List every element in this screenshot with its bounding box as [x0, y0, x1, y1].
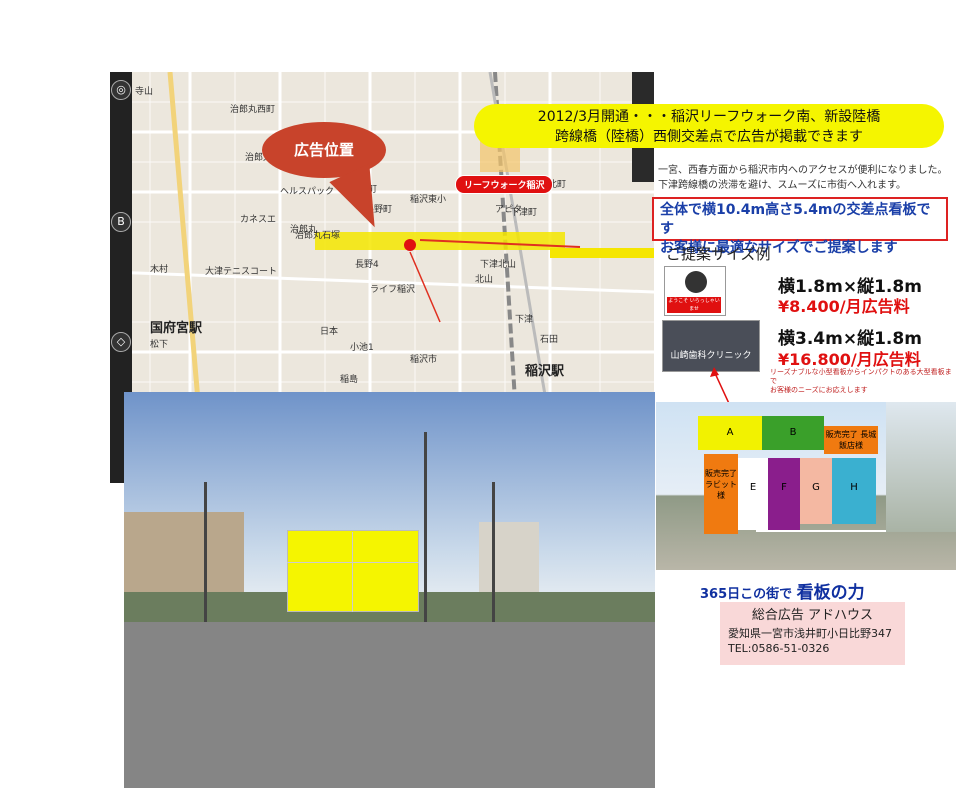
- headline-line: 2012/3月開通・・・稲沢リーフウォーク南、新設陸橋: [537, 109, 881, 125]
- trees: [886, 402, 956, 532]
- billboard-divider: [352, 532, 417, 612]
- leafwalk-badge: リーフウォーク稲沢: [455, 175, 554, 194]
- company-box: 総合広告 アドハウス 愛知県一宮市浅井町小日比野347 TEL:0586-51-…: [720, 602, 905, 665]
- panel-sold-d: 販売完了 ラビット様: [704, 454, 738, 534]
- small-sign-thumbnail: ようこそ いらっしゃいませ: [664, 266, 726, 316]
- map-label: 大津テニスコート: [205, 267, 278, 277]
- map-label: 下津北山: [480, 260, 517, 270]
- intro-text: 一宮、西春方面から稲沢市内へのアクセスが便利になりました。 下津跨線橋の渋滞を避…: [658, 163, 948, 193]
- headline-banner: 2012/3月開通・・・稲沢リーフウォーク南、新設陸橋 跨線橋（陸橋）西側交差点…: [474, 104, 944, 148]
- map-label: 稲沢市: [410, 355, 438, 365]
- company-tel: TEL:0586-51-0326: [728, 642, 830, 655]
- map-label: 長野4: [355, 260, 379, 270]
- tagline-prefix: 365日この街で: [700, 587, 793, 602]
- pole: [492, 482, 495, 622]
- station-label: 国府宮駅: [150, 321, 203, 336]
- size-examples-title: ご提案サイズ例: [666, 245, 771, 263]
- map-label: 松下: [150, 340, 169, 350]
- road: [124, 622, 655, 788]
- station-label: 稲沢駅: [525, 364, 565, 379]
- map-label: 小池1: [350, 343, 374, 353]
- map-label: ヘルスパック: [280, 187, 335, 197]
- size-price: ¥16.800/月広告料: [778, 350, 921, 369]
- panel-g: G: [800, 458, 832, 524]
- panel-b: B: [762, 416, 824, 450]
- map-label: カネスエ: [240, 215, 277, 225]
- map-label: 下津: [515, 315, 534, 325]
- map-label: 治郎丸西町: [230, 105, 276, 115]
- billboard-layout-photo: A B 販売完了 長城飯店様 販売完了 ラビット様 E F G H: [656, 402, 956, 570]
- map-label: 稲沢東小: [410, 195, 447, 205]
- thumb-caption: ようこそ いらっしゃいませ: [667, 297, 721, 313]
- billboard-divider: [287, 562, 419, 563]
- size-price: ¥8.400/月広告料: [778, 297, 910, 316]
- note-line: リーズナブルな小型看板からインパクトのある大型看板まで: [770, 368, 952, 385]
- pan-icon[interactable]: ◇: [111, 332, 131, 352]
- panel-f: F: [768, 458, 800, 530]
- pole: [424, 432, 427, 622]
- company-address: 愛知県一宮市浅井町小日比野347: [728, 627, 892, 640]
- intro-line: 一宮、西春方面から稲沢市内へのアクセスが便利になりました。: [658, 165, 948, 176]
- size-note: リーズナブルな小型看板からインパクトのある大型看板まで お客様のニーズにお応えし…: [770, 368, 955, 395]
- headline-line: 跨線橋（陸橋）西側交差点で広告が掲載できます: [555, 129, 863, 145]
- mascot-icon: [685, 271, 707, 293]
- panel-sold-c: 販売完了 長城飯店様: [824, 426, 878, 454]
- zoom-icon[interactable]: B: [111, 212, 131, 232]
- tagline-main: 看板の力: [796, 583, 865, 603]
- company-name: 総合広告 アドハウス: [751, 608, 874, 623]
- note-line: お客様のニーズにお応えします: [770, 386, 868, 394]
- highlight-line: 全体で横10.4m高さ5.4mの交差点看板です: [660, 202, 931, 237]
- map-label: 石田: [540, 335, 559, 345]
- tagline: 365日この街で 看板の力: [700, 578, 865, 603]
- panel-h: H: [832, 458, 876, 524]
- building-right: [479, 522, 539, 602]
- panel-a: A: [698, 416, 762, 450]
- pole: [204, 482, 207, 622]
- compass-icon[interactable]: ◎: [111, 80, 131, 100]
- street-photo: [124, 392, 655, 788]
- map-label: ライフ稲沢: [370, 285, 416, 295]
- map-label: 治郎丸石塚: [295, 231, 341, 241]
- map-label: 稲島: [340, 375, 359, 385]
- intro-line: 下津跨線橋の渋滞を避け、スムーズに市街へ入れます。: [658, 180, 906, 191]
- map-label: 北山: [475, 275, 494, 285]
- map-label: アピタ: [495, 205, 523, 215]
- map-label: 寺山: [135, 87, 154, 97]
- panel-e: E: [738, 458, 768, 530]
- map-label: 日本: [320, 327, 339, 337]
- size-highlight-box: 全体で横10.4m高さ5.4mの交差点看板です お客様に最適なサイズでご提案しま…: [652, 197, 948, 256]
- map-label: 木村: [150, 265, 169, 275]
